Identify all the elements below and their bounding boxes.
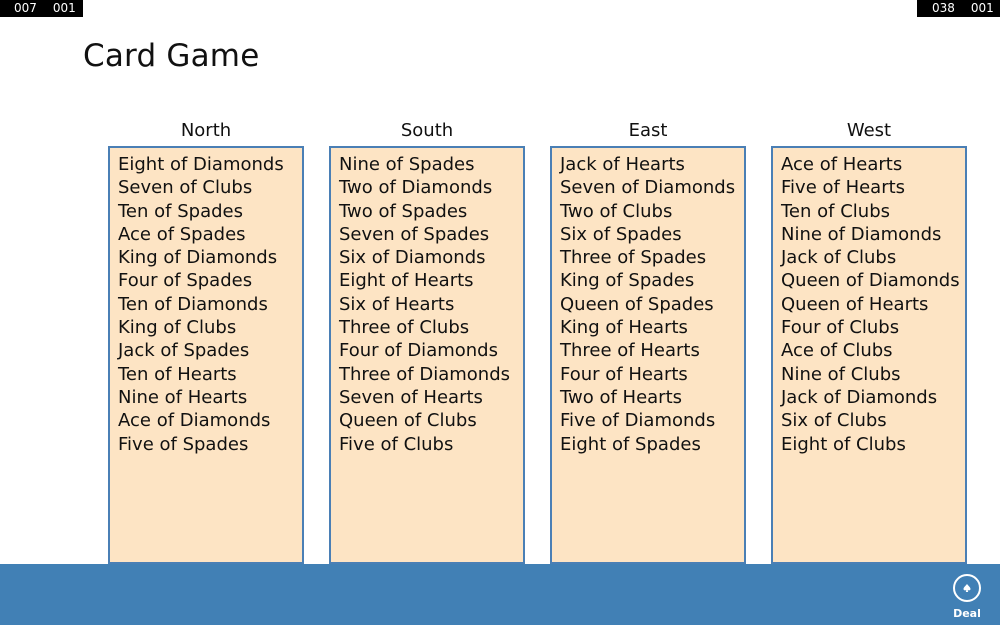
- card-list[interactable]: Jack of Hearts Seven of Diamonds Two of Cl…: [550, 146, 746, 564]
- card-item[interactable]: Four of Spades: [118, 269, 302, 292]
- deal-icon-circle: [953, 574, 981, 602]
- counter-value: 001: [52, 1, 76, 15]
- frame-counter-right: 038 001: [917, 0, 1000, 17]
- card-item[interactable]: Three of Spades: [560, 246, 744, 269]
- card-item[interactable]: Eight of Spades: [560, 433, 744, 456]
- card-item[interactable]: Five of Hearts: [781, 176, 965, 199]
- hand-name: North: [180, 120, 232, 141]
- card-item[interactable]: Jack of Clubs: [781, 246, 965, 269]
- card-item[interactable]: Jack of Diamonds: [781, 386, 965, 409]
- hand-south: South Nine of Spades Two of Diamonds Two of…: [329, 120, 525, 564]
- card-item[interactable]: Five of Spades: [118, 433, 302, 456]
- page-title: Card Game: [83, 38, 260, 74]
- hand-name: South: [400, 120, 454, 141]
- hand-name: West: [846, 120, 892, 141]
- card-item[interactable]: Ten of Spades: [118, 200, 302, 223]
- card-item[interactable]: King of Clubs: [118, 316, 302, 339]
- card-item[interactable]: Ten of Clubs: [781, 200, 965, 223]
- card-item[interactable]: Eight of Hearts: [339, 269, 523, 292]
- counter-value: 007: [14, 1, 37, 15]
- card-item[interactable]: Nine of Hearts: [118, 386, 302, 409]
- card-item[interactable]: Ace of Hearts: [781, 153, 965, 176]
- hand-east: East Jack of Hearts Seven of Diamonds Two o…: [550, 120, 746, 564]
- card-item[interactable]: King of Hearts: [560, 316, 744, 339]
- card-item[interactable]: Three of Clubs: [339, 316, 523, 339]
- card-item[interactable]: Ace of Spades: [118, 223, 302, 246]
- card-item[interactable]: Four of Hearts: [560, 363, 744, 386]
- card-item[interactable]: Nine of Diamonds: [781, 223, 965, 246]
- card-item[interactable]: Six of Hearts: [339, 293, 523, 316]
- hand-name: East: [628, 120, 668, 141]
- hand-north: North Eight of Diamonds Seven of Clubs Ten …: [108, 120, 304, 564]
- card-item[interactable]: Queen of Diamonds: [781, 269, 965, 292]
- card-item[interactable]: Two of Spades: [339, 200, 523, 223]
- card-item[interactable]: Seven of Hearts: [339, 386, 523, 409]
- deal-button[interactable]: Deal: [952, 574, 982, 620]
- card-item[interactable]: Three of Diamonds: [339, 363, 523, 386]
- card-item[interactable]: Nine of Clubs: [781, 363, 965, 386]
- card-item[interactable]: Two of Diamonds: [339, 176, 523, 199]
- card-item[interactable]: Ten of Hearts: [118, 363, 302, 386]
- frame-counter-left: 007 001: [0, 0, 83, 17]
- app-bar: Deal: [0, 564, 1000, 625]
- card-item[interactable]: King of Diamonds: [118, 246, 302, 269]
- card-item[interactable]: Nine of Spades: [339, 153, 523, 176]
- card-item[interactable]: Seven of Spades: [339, 223, 523, 246]
- card-item[interactable]: Two of Hearts: [560, 386, 744, 409]
- deal-label: Deal: [953, 607, 981, 620]
- card-item[interactable]: Four of Clubs: [781, 316, 965, 339]
- card-item[interactable]: King of Spades: [560, 269, 744, 292]
- card-item[interactable]: Eight of Diamonds: [118, 153, 302, 176]
- card-item[interactable]: Five of Clubs: [339, 433, 523, 456]
- card-list[interactable]: Ace of Hearts Five of Hearts Ten of Clubs N…: [771, 146, 967, 564]
- card-item[interactable]: Six of Spades: [560, 223, 744, 246]
- card-item[interactable]: Four of Diamonds: [339, 339, 523, 362]
- card-item[interactable]: Six of Diamonds: [339, 246, 523, 269]
- counter-value: 001: [970, 1, 994, 15]
- card-item[interactable]: Ten of Diamonds: [118, 293, 302, 316]
- card-list[interactable]: Eight of Diamonds Seven of Clubs Ten of Sp…: [108, 146, 304, 564]
- card-item[interactable]: Queen of Spades: [560, 293, 744, 316]
- hand-west: West Ace of Hearts Five of Hearts Ten of Cl…: [771, 120, 967, 564]
- card-item[interactable]: Five of Diamonds: [560, 409, 744, 432]
- card-item[interactable]: Seven of Clubs: [118, 176, 302, 199]
- card-item[interactable]: Jack of Spades: [118, 339, 302, 362]
- card-item[interactable]: Queen of Clubs: [339, 409, 523, 432]
- card-item[interactable]: Jack of Hearts: [560, 153, 744, 176]
- card-item[interactable]: Two of Clubs: [560, 200, 744, 223]
- card-list[interactable]: Nine of Spades Two of Diamonds Two of Spad…: [329, 146, 525, 564]
- card-item[interactable]: Ace of Clubs: [781, 339, 965, 362]
- card-item[interactable]: Seven of Diamonds: [560, 176, 744, 199]
- spade-icon: [963, 584, 971, 592]
- card-item[interactable]: Queen of Hearts: [781, 293, 965, 316]
- counter-value: 038: [932, 1, 955, 15]
- card-item[interactable]: Six of Clubs: [781, 409, 965, 432]
- card-item[interactable]: Three of Hearts: [560, 339, 744, 362]
- card-item[interactable]: Eight of Clubs: [781, 433, 965, 456]
- card-item[interactable]: Ace of Diamonds: [118, 409, 302, 432]
